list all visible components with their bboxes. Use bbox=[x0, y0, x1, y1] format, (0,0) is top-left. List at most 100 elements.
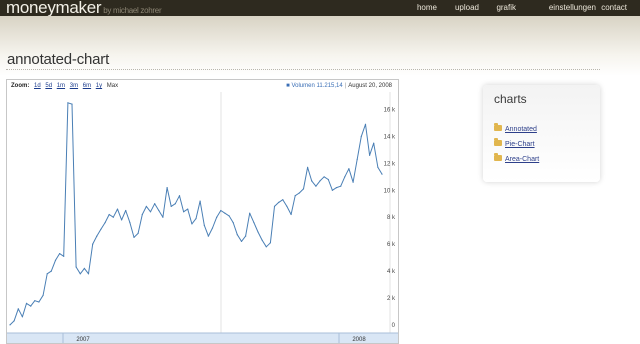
sidebar-link-area-chart[interactable]: Area-Chart bbox=[505, 156, 539, 163]
data-point bbox=[220, 209, 222, 212]
y-tick-label: 16 k bbox=[384, 108, 396, 114]
data-point bbox=[104, 222, 106, 224]
data-point bbox=[228, 215, 230, 217]
data-point bbox=[30, 305, 32, 307]
x-tick-label: 2007 bbox=[76, 337, 90, 343]
data-point bbox=[108, 213, 110, 216]
data-point bbox=[315, 185, 317, 187]
data-point bbox=[183, 211, 185, 213]
data-point bbox=[141, 213, 143, 216]
data-point bbox=[178, 195, 181, 197]
data-point bbox=[207, 235, 209, 237]
sidebar-links: Annotated Pie-Chart Area-Chart bbox=[494, 123, 539, 171]
annotated-chart[interactable]: Zoom: 1d 5d 1m 3m 6m 1y Max ■ Volumen 11… bbox=[6, 79, 399, 344]
y-tick-label: 12 k bbox=[384, 161, 396, 167]
data-point bbox=[92, 243, 94, 245]
data-point bbox=[25, 302, 28, 304]
data-point bbox=[116, 208, 119, 210]
page-title: annotated-chart bbox=[7, 51, 110, 68]
data-point bbox=[269, 242, 271, 244]
data-point bbox=[381, 173, 383, 175]
data-point bbox=[199, 200, 201, 202]
data-point bbox=[327, 178, 329, 181]
data-point bbox=[71, 103, 73, 105]
title-divider bbox=[6, 69, 600, 70]
data-point bbox=[253, 222, 255, 224]
sidebar-item-area-chart: Area-Chart bbox=[494, 153, 539, 171]
data-point bbox=[294, 195, 296, 197]
sidebar-item-annotated: Annotated bbox=[494, 123, 539, 141]
data-point bbox=[154, 203, 156, 205]
sidebar-link-annotated[interactable]: Annotated bbox=[505, 126, 537, 133]
data-point bbox=[195, 218, 197, 220]
y-tick-label: 4 k bbox=[387, 269, 396, 275]
data-point bbox=[17, 308, 19, 310]
data-point bbox=[187, 208, 189, 210]
nav-contact[interactable]: contact bbox=[601, 3, 627, 12]
data-point bbox=[34, 300, 36, 302]
data-point bbox=[224, 212, 226, 214]
data-point bbox=[67, 102, 69, 104]
data-point bbox=[191, 223, 193, 225]
data-point bbox=[87, 273, 90, 275]
data-point bbox=[137, 232, 139, 234]
data-point bbox=[311, 180, 313, 182]
data-point bbox=[170, 205, 172, 207]
data-point bbox=[54, 259, 57, 261]
data-point bbox=[352, 181, 354, 183]
folder-icon bbox=[494, 153, 502, 162]
data-point bbox=[323, 176, 325, 178]
chart-plot: 0 2 k 4 k 6 k 8 k 10 k 12 k 14 k 16 k 2007 2008 bbox=[7, 92, 398, 343]
data-point bbox=[79, 273, 81, 275]
data-point bbox=[344, 176, 346, 178]
nav-einstellungen[interactable]: einstellungen bbox=[549, 3, 596, 12]
data-point bbox=[133, 236, 135, 238]
data-point bbox=[100, 228, 102, 230]
data-point bbox=[145, 205, 147, 207]
data-point bbox=[282, 199, 284, 201]
data-point bbox=[50, 270, 52, 272]
data-point bbox=[340, 185, 342, 187]
brand-name: moneymaker bbox=[6, 0, 102, 17]
data-point bbox=[63, 255, 65, 257]
data-point bbox=[162, 216, 164, 218]
data-point bbox=[166, 187, 168, 189]
data-point bbox=[38, 301, 40, 303]
data-point bbox=[13, 320, 15, 322]
data-point bbox=[240, 240, 243, 242]
sidebar-link-pie-chart[interactable]: Pie-Chart bbox=[505, 141, 535, 148]
data-point bbox=[149, 211, 152, 213]
nav-upload[interactable]: upload bbox=[455, 3, 479, 12]
data-point bbox=[129, 222, 131, 224]
data-point bbox=[121, 219, 123, 221]
data-point bbox=[9, 324, 11, 326]
data-point bbox=[290, 213, 292, 216]
data-point bbox=[257, 231, 259, 233]
brand-byline: by michael zohrer bbox=[103, 6, 162, 15]
nav-home[interactable]: home bbox=[417, 3, 437, 12]
data-point bbox=[75, 266, 77, 268]
top-nav-bar: moneymaker by michael zohrer home upload … bbox=[0, 0, 640, 17]
data-point bbox=[302, 188, 305, 190]
data-point bbox=[373, 142, 375, 144]
data-point bbox=[158, 209, 160, 212]
data-point bbox=[298, 192, 300, 194]
y-tick-label: 14 k bbox=[384, 134, 396, 140]
data-point bbox=[21, 316, 23, 318]
data-point bbox=[273, 205, 276, 207]
data-point bbox=[96, 235, 98, 237]
y-tick-label: 0 bbox=[392, 323, 396, 329]
data-point bbox=[83, 267, 85, 269]
nav-grafik[interactable]: grafik bbox=[496, 3, 516, 12]
data-point bbox=[265, 246, 267, 248]
data-point bbox=[307, 166, 309, 168]
data-point bbox=[236, 234, 238, 236]
data-point bbox=[348, 168, 350, 170]
data-point bbox=[278, 201, 280, 203]
data-point bbox=[125, 209, 127, 212]
y-tick-label: 6 k bbox=[387, 242, 396, 248]
y-tick-label: 2 k bbox=[387, 296, 396, 302]
folder-icon bbox=[494, 138, 502, 147]
data-point bbox=[261, 239, 263, 241]
data-point bbox=[335, 187, 338, 189]
